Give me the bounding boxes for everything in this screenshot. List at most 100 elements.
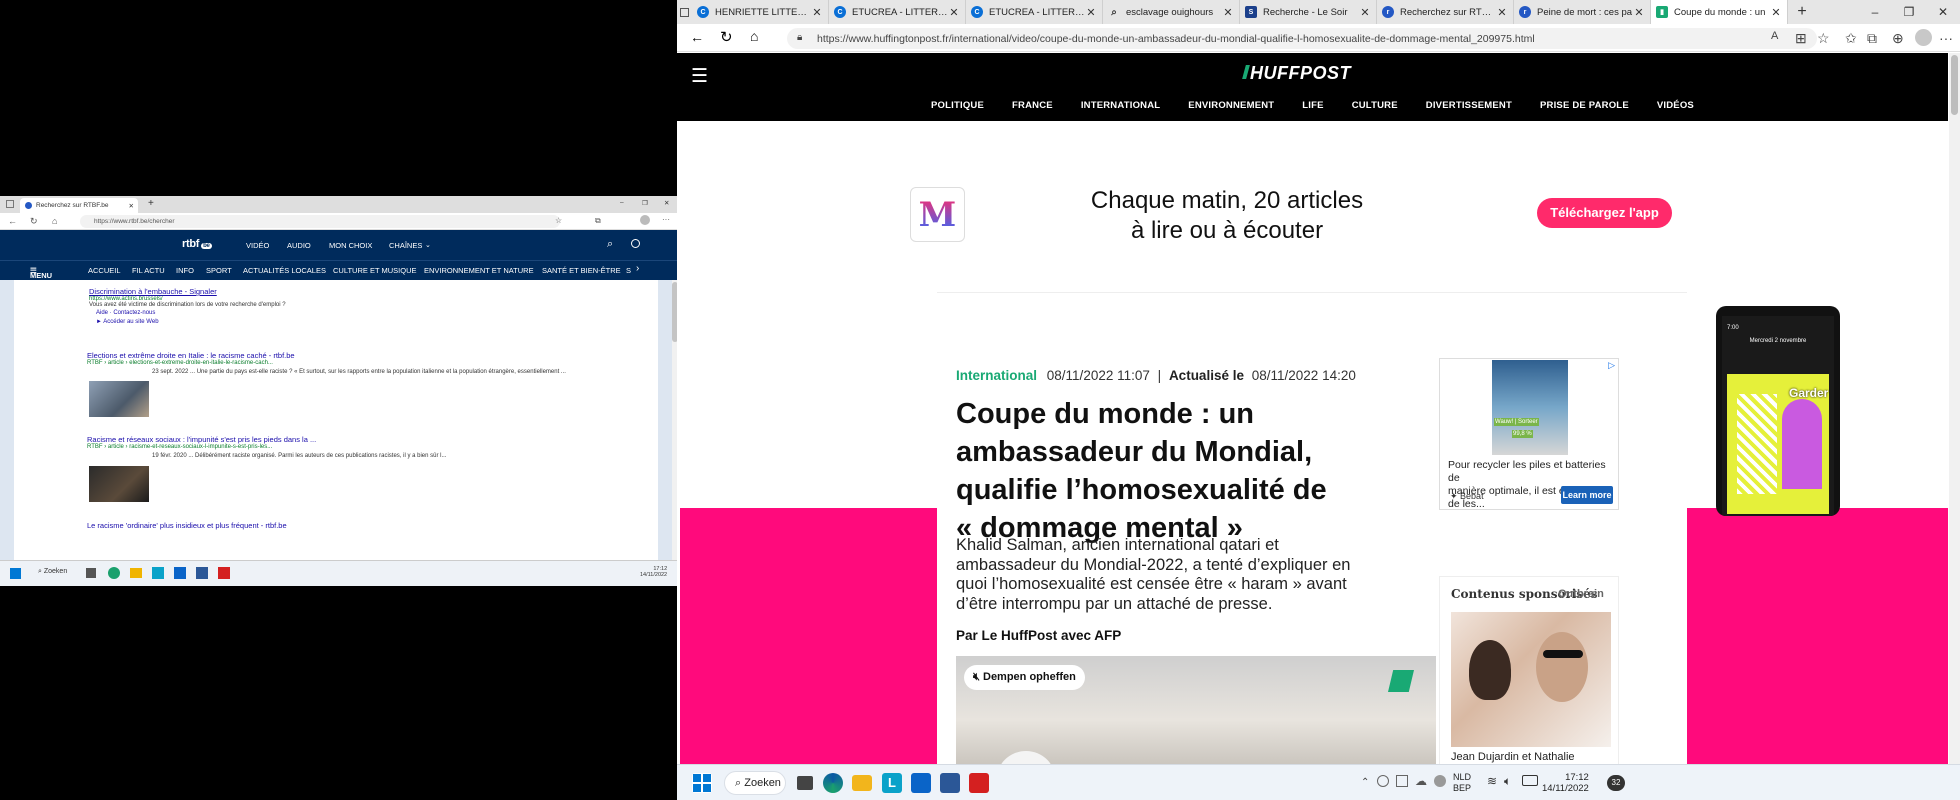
unmute-button[interactable]: 🔇︎ Dempen opheffen	[964, 665, 1085, 690]
start-icon[interactable]	[692, 773, 712, 793]
clock[interactable]: 17:12 14/11/2022	[1542, 772, 1589, 794]
result-title[interactable]: Discrimination à l'embauche - Signaler	[89, 287, 286, 296]
result-thumbnail[interactable]	[89, 381, 149, 417]
nav-next-icon[interactable]: ›	[636, 263, 639, 274]
tray-chevron-icon[interactable]: ⌃	[1361, 777, 1369, 788]
nav-actualites-locales[interactable]: ACTUALITÉS LOCALES	[243, 266, 326, 275]
nav-divertissement[interactable]: DIVERTISSEMENT	[1426, 100, 1512, 111]
tab-close-icon[interactable]: ✕	[1359, 6, 1371, 19]
huffpost-logo[interactable]: HUFFPOST	[1242, 63, 1351, 84]
close-button[interactable]: ✕	[1926, 0, 1960, 24]
tab-6[interactable]: r Recherchez sur RTBF.b ✕	[1377, 0, 1514, 24]
home-icon[interactable]: ⌂	[52, 216, 57, 226]
nav-accueil[interactable]: ACCUEIL	[88, 266, 121, 275]
tab-close-icon[interactable]: ✕	[1085, 6, 1097, 19]
language-indicator[interactable]: NLD BEP	[1453, 772, 1471, 794]
result-links[interactable]: Aide · Contactez-nous	[96, 310, 286, 316]
nav-life[interactable]: LIFE	[1302, 100, 1323, 111]
home-icon[interactable]: ⌂	[750, 28, 758, 44]
new-tab-button[interactable]: +	[148, 198, 154, 209]
tab-7[interactable]: r Peine de mort : ces pa ✕	[1514, 0, 1651, 24]
download-app-button[interactable]: Téléchargez l'app	[1537, 198, 1672, 228]
profile-avatar[interactable]	[1915, 29, 1932, 46]
wifi-icon[interactable]: ≋	[1487, 774, 1497, 788]
profile-avatar[interactable]	[640, 215, 650, 225]
scrollbar-thumb[interactable]	[1951, 55, 1958, 115]
tab-close-icon[interactable]: ✕	[1222, 6, 1234, 19]
new-tab-button[interactable]: +	[1788, 0, 1816, 24]
favorite-icon[interactable]: ☆	[555, 216, 562, 225]
more-icon[interactable]: ···	[1939, 30, 1953, 46]
nav-info[interactable]: INFO	[176, 266, 194, 275]
rtbf-logo[interactable]: rtbf be	[182, 238, 212, 250]
edge-icon[interactable]	[108, 567, 120, 579]
tab-close-icon[interactable]: ✕	[1496, 6, 1508, 19]
tab-8-active[interactable]: ▮ Coupe du monde : un ✕	[1651, 0, 1788, 24]
ad-box[interactable]: ▷ Wauw! | Sorteer 99,8 % Pour recycler l…	[1439, 358, 1619, 510]
search-icon[interactable]: ⌕	[607, 238, 613, 251]
phone-ad[interactable]: 7:00 Mercredi 2 novembre Garder	[1716, 306, 1840, 516]
search-button[interactable]: ⌕ Zoeken	[724, 771, 786, 795]
page-scrollbar[interactable]	[1949, 53, 1960, 764]
app-available-icon[interactable]: ⊞	[1795, 30, 1807, 47]
tray-app-icon[interactable]	[1396, 775, 1408, 787]
ad-image[interactable]: Wauw! | Sorteer 99,8 %	[1492, 360, 1568, 455]
nav-politique[interactable]: POLITIQUE	[931, 100, 984, 111]
back-icon[interactable]: ←	[8, 216, 17, 226]
outbrain-logo[interactable]: Outbrain	[1558, 588, 1604, 600]
result-thumbnail[interactable]	[89, 466, 149, 502]
collections-icon[interactable]: ⧉	[595, 216, 601, 226]
defender-icon[interactable]	[1377, 775, 1389, 787]
collections-icon[interactable]: ⧉	[1867, 30, 1877, 47]
tray-app2-icon[interactable]	[1434, 775, 1446, 787]
back-icon[interactable]: ←	[690, 29, 704, 45]
url-field[interactable]: https://www.rtbf.be/chercher	[80, 215, 560, 228]
volume-icon[interactable]: 🔈︎	[1504, 774, 1511, 789]
sponsored-caption[interactable]: Jean Dujardin et Nathalie	[1451, 751, 1575, 763]
more-icon[interactable]: ···	[662, 215, 670, 224]
favorites-icon[interactable]: ✩	[1845, 30, 1857, 47]
nav-culture[interactable]: CULTURE ET MUSIQUE	[333, 266, 416, 275]
result-title[interactable]: Le racisme 'ordinaire' plus insidieux et…	[87, 521, 287, 530]
search-button[interactable]: ⌕ Zoeken	[38, 568, 67, 576]
nav-videos[interactable]: VIDÉOS	[1657, 100, 1694, 111]
user-icon[interactable]	[631, 239, 640, 248]
outlook-icon[interactable]	[911, 773, 931, 793]
favorite-add-icon[interactable]: ☆	[1817, 30, 1830, 47]
result-title[interactable]: Racisme et réseaux sociaux : l'impunité …	[87, 435, 647, 444]
acrobat-icon[interactable]	[218, 567, 230, 579]
tab-2[interactable]: C ETUCREA - LITTERATU ✕	[829, 0, 966, 24]
file-explorer-icon[interactable]	[852, 775, 872, 791]
battery-icon[interactable]	[1522, 775, 1538, 786]
nav-sport[interactable]: SPORT	[206, 266, 232, 275]
tab-5[interactable]: S Recherche - Le Soir ✕	[1240, 0, 1377, 24]
tab-close-icon[interactable]: ✕	[129, 202, 134, 210]
folder-icon[interactable]	[130, 568, 142, 578]
lock-icon[interactable]: 🔒︎	[797, 32, 802, 43]
close-button[interactable]: ✕	[664, 199, 669, 207]
nav-audio[interactable]: AUDIO	[287, 241, 311, 250]
result-title[interactable]: Elections et extrême droite en Italie : …	[87, 351, 647, 360]
word-icon[interactable]	[196, 567, 208, 579]
workspace-icon[interactable]	[6, 200, 14, 208]
outlook-icon[interactable]	[174, 567, 186, 579]
nav-more[interactable]: S	[626, 266, 631, 275]
task-view-icon[interactable]	[86, 568, 96, 578]
tab-1[interactable]: CHENRIETTE LITTERATU✕	[692, 0, 829, 24]
menu-button[interactable]: MENU ☰	[30, 266, 52, 280]
nav-video[interactable]: VIDÉO	[246, 241, 269, 250]
maximize-button[interactable]: ❐	[1892, 0, 1926, 24]
result-site-link[interactable]: ► Accéder au site Web	[96, 319, 286, 325]
hamburger-icon[interactable]: ☰	[691, 65, 708, 88]
app-l-icon[interactable]: L	[882, 773, 902, 793]
category-link[interactable]: International	[956, 368, 1037, 383]
minimize-button[interactable]: –	[1858, 0, 1892, 24]
sponsored-image[interactable]	[1451, 612, 1611, 747]
read-aloud-icon[interactable]: A	[1771, 30, 1778, 42]
app-l-icon[interactable]	[152, 567, 164, 579]
lemonde-app-logo[interactable]: M	[910, 187, 965, 242]
notification-badge[interactable]: 32	[1607, 775, 1625, 791]
refresh-icon[interactable]: ↻	[720, 28, 733, 46]
nav-culture[interactable]: CULTURE	[1352, 100, 1398, 111]
word-icon[interactable]	[940, 773, 960, 793]
